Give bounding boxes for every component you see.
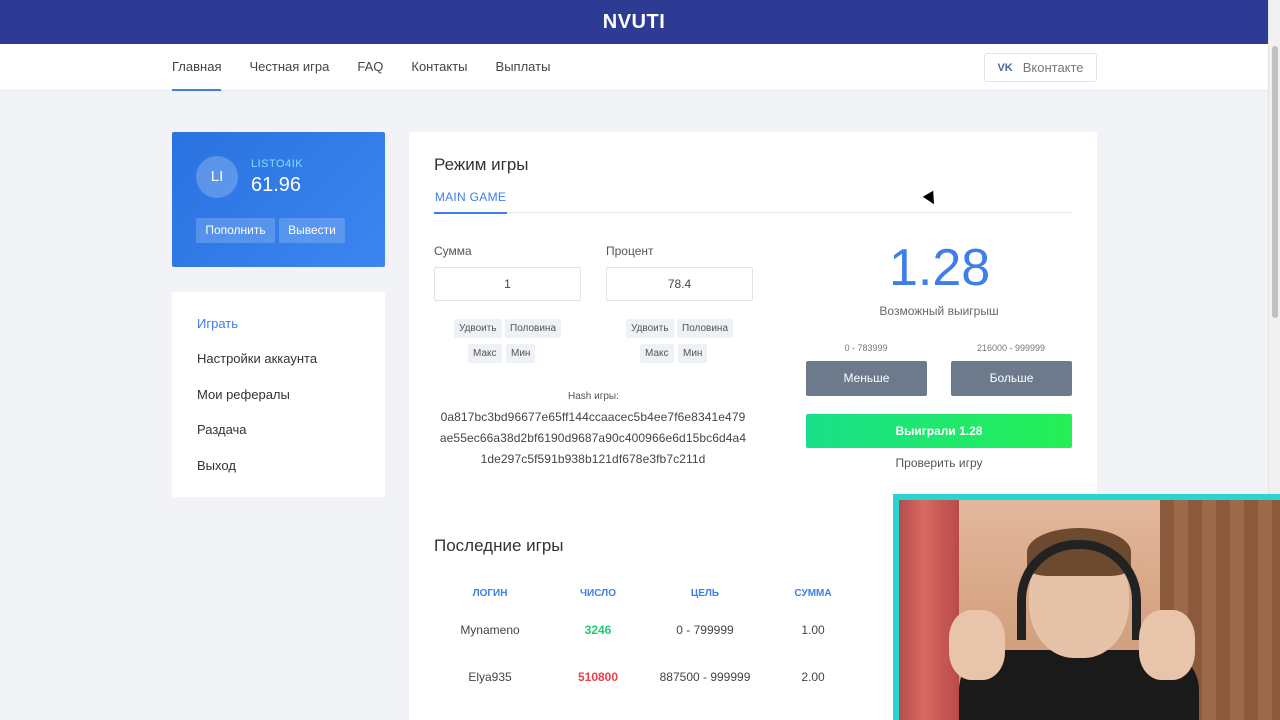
sidebar-menu: Играть Настройки аккаунта Мои рефералы Р… [172,292,385,497]
hash-line: 0a817bc3bd96677e65ff144ccaacec5b4ee7f6e8… [440,410,746,424]
nav-link-contacts[interactable]: Контакты [411,44,467,91]
avatar: LI [196,156,238,198]
recent-games-title: Последние игры [434,536,564,555]
possible-win-label: Возможный выигрыш [879,304,999,318]
deposit-button[interactable]: Пополнить [196,218,275,243]
table-cell-number: 510800 [577,670,619,684]
tab-divider [434,212,1072,213]
username: LISTO4IK [251,158,304,170]
percent-max-button[interactable]: Макс [640,344,674,363]
webcam-hand-left [949,610,1005,680]
top-header: NVUTI [0,0,1268,44]
amount-half-button[interactable]: Половина [505,319,562,338]
brand-logo[interactable]: NVUTI [0,0,1268,44]
bet-less-button[interactable]: Меньше [806,361,927,396]
amount-label: Сумма [434,244,472,258]
withdraw-button[interactable]: Вывести [279,218,345,243]
hash-label: Hash игры: [568,391,619,402]
sidebar-item-giveaway[interactable]: Раздача [197,422,247,437]
bet-more-button[interactable]: Больше [951,361,1072,396]
sidebar-item-logout[interactable]: Выход [197,458,236,473]
percent-double-button[interactable]: Удвоить [626,319,674,338]
hash-line: 1de297c5f591b938b121df678e3fb7c211d [480,452,706,466]
webcam-hand-right [1139,610,1195,680]
sidebar-item-account-settings[interactable]: Настройки аккаунта [197,351,317,366]
percent-label: Процент [606,244,654,258]
percent-half-button[interactable]: Половина [677,319,734,338]
table-cell-target: 887500 - 999999 [659,670,751,684]
nav-link-faq[interactable]: FAQ [357,44,383,91]
sidebar-item-play[interactable]: Играть [197,316,238,331]
column-header-amount: СУММА [794,588,832,599]
table-cell-login: Elya935 [468,670,512,684]
main-nav: Главная Честная игра FAQ Контакты Выплат… [0,44,1268,91]
more-range: 216000 - 999999 [976,343,1046,353]
vk-button[interactable]: VK Вконтакте [984,53,1097,82]
nav-links: Главная Честная игра FAQ Контакты Выплат… [172,44,578,91]
scrollbar-thumb[interactable] [1272,46,1278,318]
amount-double-button[interactable]: Удвоить [454,319,502,338]
nav-link-fair-game[interactable]: Честная игра [249,44,329,91]
column-header-login: ЛОГИН [472,588,508,599]
webcam-feed [899,500,1280,720]
table-cell-amount: 1.00 [801,623,825,637]
game-hash: 0a817bc3bd96677e65ff144ccaacec5b4ee7f6e8… [434,407,752,470]
game-mode-title: Режим игры [434,155,529,174]
table-cell-amount: 2.00 [801,670,825,684]
table-cell-target: 0 - 799999 [676,623,734,637]
table-cell-number: 3246 [584,623,612,637]
webcam-curtain [899,500,959,720]
column-header-number: ЧИСЛО [580,588,616,599]
percent-input[interactable]: 78.4 [606,267,753,301]
amount-min-button[interactable]: Мин [506,344,536,363]
nav-link-home[interactable]: Главная [172,44,222,91]
vk-icon: VK [997,61,1013,74]
tab-main-game[interactable]: MAIN GAME [434,190,507,214]
user-card: LI LISTO4IK 61.96 Пополнить Вывести [172,132,385,267]
webcam-overlay [893,494,1280,720]
amount-max-button[interactable]: Макс [468,344,502,363]
check-game-link[interactable]: Проверить игру [856,456,1022,470]
column-header-target: ЦЕЛЬ [690,588,720,599]
vk-label: Вконтакте [1022,60,1084,75]
less-range: 0 - 783999 [844,343,888,353]
percent-min-button[interactable]: Мин [678,344,708,363]
user-balance: 61.96 [251,174,302,196]
possible-win-value: 1.28 [889,239,991,297]
hash-line: ae55ec66a38d2bf6190d9687a90c400966e6d15b… [439,431,747,445]
nav-link-payouts[interactable]: Выплаты [496,44,551,91]
amount-input[interactable]: 1 [434,267,581,301]
table-cell-login: Mynameno [460,623,520,637]
result-banner: Выиграли 1.28 [806,414,1072,448]
sidebar-item-referrals[interactable]: Мои рефералы [197,387,290,402]
